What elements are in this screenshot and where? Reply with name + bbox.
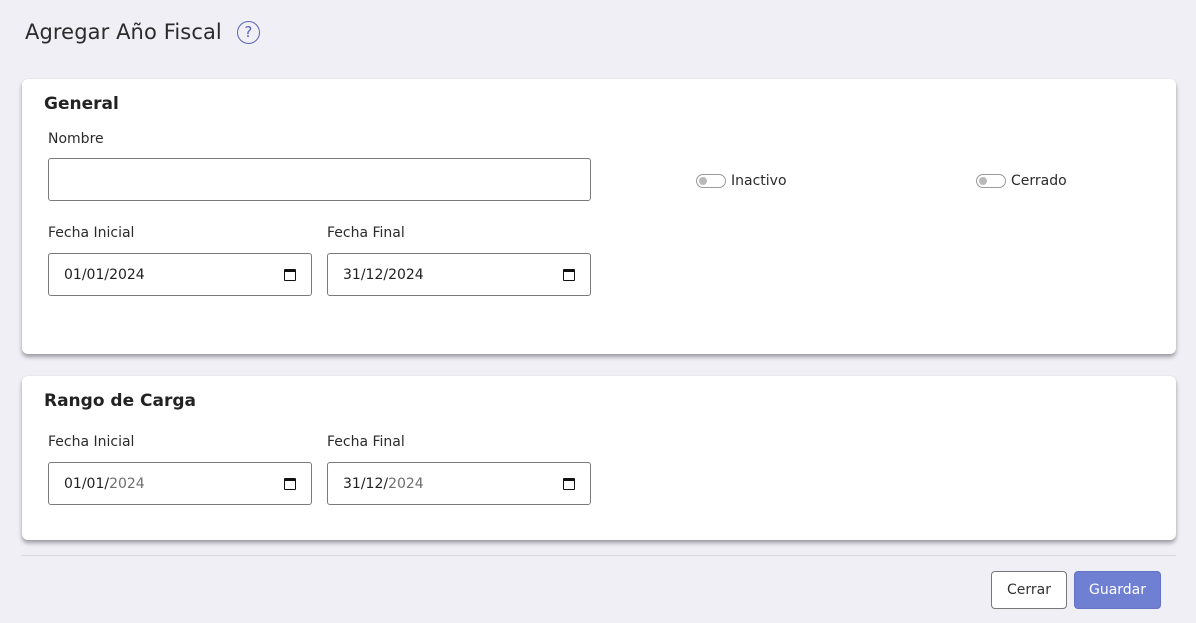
rango-fecha-final-year: 2024 — [388, 475, 424, 492]
cerrado-toggle[interactable]: Cerrado — [976, 173, 1067, 189]
rango-fecha-inicial-input[interactable]: 01/01/2024 — [48, 462, 312, 505]
rango-card: Rango de Carga Fecha Inicial 01/01/2024 … — [22, 376, 1176, 540]
rango-fecha-final-input[interactable]: 31/12/2024 — [327, 462, 591, 505]
rango-fecha-final-daymonth: 31/12/ — [343, 475, 389, 492]
general-fecha-final-input[interactable]: 31/12/2024 — [327, 253, 591, 296]
general-fecha-inicial-input[interactable]: 01/01/2024 — [48, 253, 312, 296]
calendar-icon[interactable] — [284, 268, 296, 281]
nombre-label: Nombre — [48, 131, 104, 147]
general-fecha-final-label: Fecha Final — [327, 225, 405, 241]
rango-fecha-inicial-label: Fecha Inicial — [48, 434, 135, 450]
guardar-button[interactable]: Guardar — [1074, 571, 1161, 609]
page-title: Agregar Año Fiscal — [25, 20, 222, 44]
inactivo-switch-knob — [699, 177, 707, 185]
general-fecha-inicial-value: 01/01/2024 — [64, 266, 145, 283]
calendar-icon[interactable] — [284, 477, 296, 490]
inactivo-toggle[interactable]: Inactivo — [696, 173, 787, 189]
general-fecha-final-value: 31/12/2024 — [343, 266, 424, 283]
footer-divider — [22, 555, 1176, 556]
general-fecha-inicial-label: Fecha Inicial — [48, 225, 135, 241]
rango-fecha-inicial-year: 2024 — [109, 475, 145, 492]
calendar-icon[interactable] — [563, 477, 575, 490]
rango-fecha-final-value: 31/12/2024 — [343, 476, 563, 492]
page-header: Agregar Año Fiscal ? — [25, 18, 260, 46]
cerrar-button[interactable]: Cerrar — [991, 571, 1067, 609]
rango-card-title: Rango de Carga — [44, 391, 197, 411]
general-card: General Nombre Inactivo Cerrado Fecha In… — [22, 79, 1176, 354]
inactivo-label: Inactivo — [731, 173, 787, 189]
cerrado-switch-knob — [979, 177, 987, 185]
rango-fecha-inicial-daymonth: 01/01/ — [64, 475, 110, 492]
calendar-icon[interactable] — [563, 268, 575, 281]
rango-fecha-final-label: Fecha Final — [327, 434, 405, 450]
cerrado-label: Cerrado — [1011, 173, 1067, 189]
rango-fecha-inicial-value: 01/01/2024 — [64, 476, 284, 492]
general-card-title: General — [44, 94, 119, 114]
inactivo-switch[interactable] — [696, 174, 726, 188]
help-icon[interactable]: ? — [236, 20, 260, 44]
cerrado-switch[interactable] — [976, 174, 1006, 188]
nombre-input[interactable] — [48, 158, 591, 201]
